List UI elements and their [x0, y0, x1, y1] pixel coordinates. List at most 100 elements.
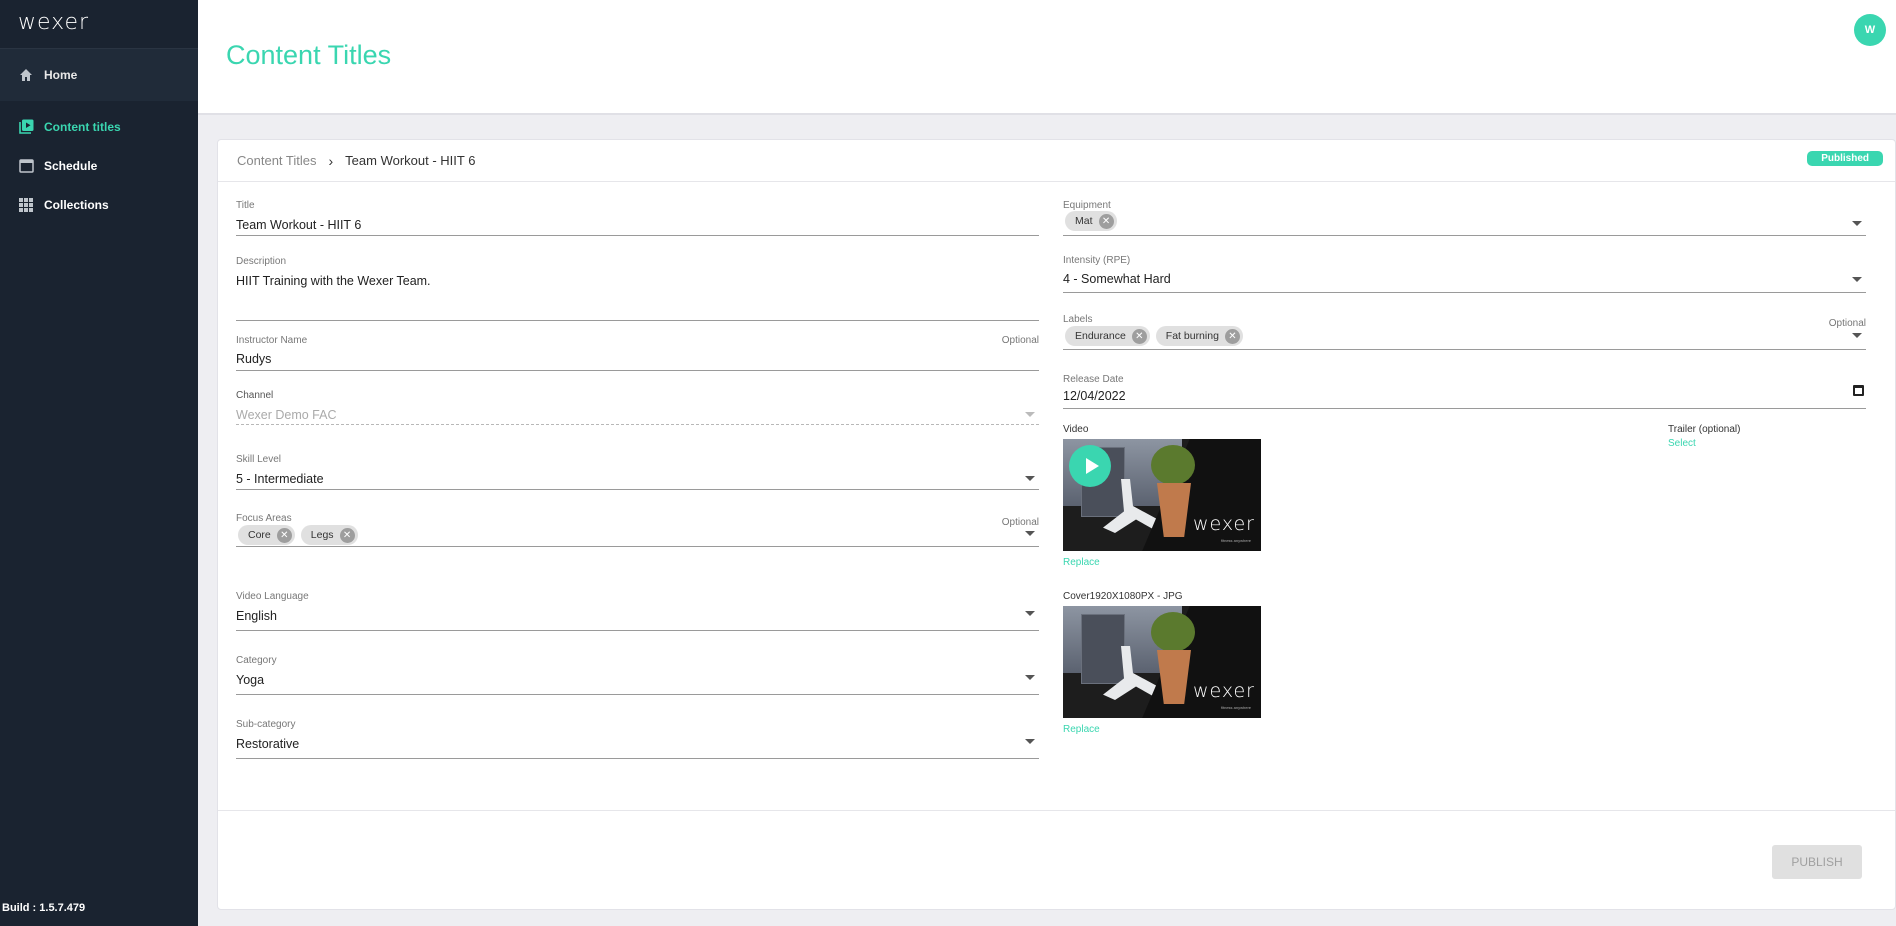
chip-legs: Legs ✕ — [300, 525, 358, 545]
divider — [218, 810, 1895, 811]
breadcrumb: Content Titles › Team Workout - HIIT 6 P… — [218, 140, 1895, 182]
close-icon[interactable]: ✕ — [339, 527, 355, 543]
wexer-tagline: fitness anywhere — [1220, 538, 1251, 543]
field-label: Intensity (RPE) — [1063, 255, 1131, 266]
field-label: Sub-category — [236, 719, 296, 730]
sub-category-select[interactable]: Sub-category Restorative — [236, 719, 1039, 759]
grid-icon — [18, 197, 34, 213]
content-title-card: Content Titles › Team Workout - HIIT 6 P… — [217, 139, 1896, 910]
equipment-chips: Mat ✕ — [1065, 211, 1117, 231]
home-icon — [18, 67, 34, 83]
chip-fat-burning: Fat burning ✕ — [1155, 326, 1243, 346]
intensity-value: 4 - Somewhat Hard — [1063, 272, 1171, 286]
release-date-input[interactable]: 12/04/2022 — [1063, 389, 1126, 403]
video-replace-link[interactable]: Replace — [1063, 557, 1100, 568]
chip-endurance: Endurance ✕ — [1065, 326, 1150, 346]
cover-replace-link[interactable]: Replace — [1063, 724, 1100, 735]
close-icon[interactable]: ✕ — [1131, 328, 1147, 344]
trailer-label: Trailer (optional) — [1668, 424, 1741, 435]
labels-select[interactable]: Labels Optional Endurance ✕ Fat burning ✕ — [1063, 314, 1866, 350]
field-label: Channel — [236, 390, 274, 401]
field-label: Video Language — [236, 591, 309, 602]
chevron-right-icon: › — [328, 152, 334, 169]
chevron-down-icon[interactable] — [1852, 221, 1862, 226]
sidebar-item-home[interactable]: Home — [0, 49, 198, 101]
sidebar-item-collections[interactable]: Collections — [0, 185, 198, 224]
sidebar-item-label: Schedule — [44, 158, 98, 173]
calendar-icon[interactable] — [1853, 385, 1864, 396]
chevron-down-icon[interactable] — [1025, 476, 1035, 481]
category-value: Yoga — [236, 673, 265, 687]
sub-category-value: Restorative — [236, 737, 300, 751]
field-label: Equipment — [1063, 200, 1111, 211]
chip-label: Fat burning — [1165, 330, 1219, 342]
chip-label: Endurance — [1075, 330, 1126, 342]
play-icon — [1085, 458, 1099, 474]
cover-thumbnail: wexer fitness anywhere — [1063, 606, 1261, 718]
sidebar: wexer Home Content titles Schedule Colle… — [0, 0, 198, 926]
sidebar-item-label: Collections — [44, 197, 109, 212]
close-icon[interactable]: ✕ — [1224, 328, 1240, 344]
video-label: Video — [1063, 424, 1089, 435]
skill-level-value: 5 - Intermediate — [236, 472, 324, 486]
close-icon[interactable]: ✕ — [276, 527, 292, 543]
chevron-down-icon[interactable] — [1025, 739, 1035, 744]
close-icon[interactable]: ✕ — [1098, 213, 1114, 229]
field-label: Category — [236, 655, 277, 666]
wexer-tagline: fitness anywhere — [1220, 705, 1251, 710]
chevron-down-icon[interactable] — [1852, 333, 1862, 338]
trailer-select-link[interactable]: Select — [1668, 438, 1696, 449]
video-thumbnail[interactable]: wexer fitness anywhere — [1063, 439, 1261, 551]
optional-label: Optional — [1828, 318, 1866, 329]
logo: wexer — [0, 0, 198, 49]
field-label: Focus Areas — [236, 513, 292, 524]
sidebar-item-label: Content titles — [44, 119, 121, 134]
title-field[interactable]: Title Team Workout - HIIT 6 — [236, 200, 1039, 236]
field-label: Description — [236, 256, 287, 267]
intensity-select[interactable]: Intensity (RPE) 4 - Somewhat Hard — [1063, 255, 1866, 293]
optional-label: Optional — [1001, 335, 1039, 346]
field-label: Skill Level — [236, 454, 282, 465]
channel-value: Wexer Demo FAC — [236, 408, 337, 422]
sidebar-item-schedule[interactable]: Schedule — [0, 146, 198, 185]
sidebar-item-label: Home — [44, 68, 78, 82]
chip-core: Core ✕ — [238, 525, 295, 545]
chevron-down-icon — [1025, 412, 1035, 417]
release-date-field[interactable]: Release Date 12/04/2022 — [1063, 374, 1866, 409]
chevron-down-icon[interactable] — [1025, 531, 1035, 536]
chip-label: Core — [248, 529, 271, 541]
channel-select: Channel Wexer Demo FAC — [236, 390, 1039, 425]
instructor-input[interactable]: Rudys — [236, 352, 271, 366]
wexer-logo: wexer — [1192, 680, 1255, 702]
chevron-down-icon[interactable] — [1025, 675, 1035, 680]
field-label: Release Date — [1063, 374, 1124, 385]
breadcrumb-parent[interactable]: Content Titles — [237, 153, 317, 168]
play-button[interactable] — [1069, 445, 1111, 487]
focus-areas-select[interactable]: Focus Areas Optional Core ✕ Legs ✕ — [236, 513, 1039, 547]
status-badge: Published — [1807, 151, 1883, 166]
description-input[interactable]: HIIT Training with the Wexer Team. — [236, 274, 431, 288]
chevron-down-icon[interactable] — [1025, 611, 1035, 616]
description-field[interactable]: Description HIIT Training with the Wexer… — [236, 256, 1039, 321]
play-library-icon — [18, 119, 34, 135]
publish-button[interactable]: PUBLISH — [1772, 845, 1862, 879]
video-language-select[interactable]: Video Language English — [236, 591, 1039, 631]
optional-label: Optional — [1001, 517, 1039, 528]
labels-chips: Endurance ✕ Fat burning ✕ — [1065, 326, 1243, 346]
video-language-value: English — [236, 609, 277, 623]
instructor-field[interactable]: Instructor Name Optional Rudys — [236, 335, 1039, 371]
chevron-down-icon[interactable] — [1852, 277, 1862, 282]
cover-label: Cover1920X1080PX - JPG — [1063, 591, 1183, 602]
field-label: Instructor Name — [236, 335, 308, 346]
skill-level-select[interactable]: Skill Level 5 - Intermediate — [236, 454, 1039, 490]
avatar[interactable]: W — [1854, 14, 1886, 46]
title-input[interactable]: Team Workout - HIIT 6 — [236, 218, 361, 232]
category-select[interactable]: Category Yoga — [236, 655, 1039, 695]
chip-label: Legs — [310, 529, 334, 541]
build-version: Build : 1.5.7.479 — [2, 902, 86, 914]
equipment-select[interactable]: Equipment Mat ✕ — [1063, 200, 1866, 236]
sidebar-item-content-titles[interactable]: Content titles — [0, 107, 198, 146]
calendar-icon — [18, 158, 34, 174]
focus-area-chips: Core ✕ Legs ✕ — [238, 525, 358, 545]
page-title: Content Titles — [226, 40, 392, 70]
